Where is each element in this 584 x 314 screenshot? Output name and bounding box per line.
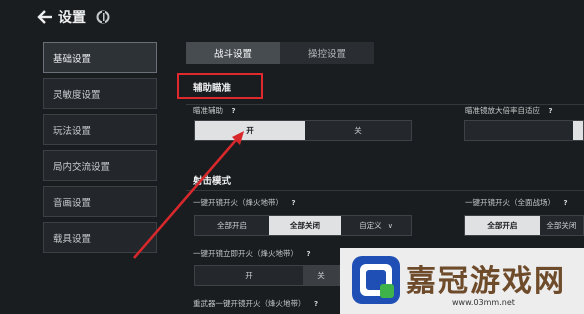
- watermark-text: 嘉冠游戏网: [406, 264, 566, 299]
- watermark: 嘉冠游戏网 www.03mm.net: [340, 248, 584, 314]
- watermark-url: www.03mm.net: [452, 298, 515, 307]
- watermark-logo-icon: [352, 256, 400, 304]
